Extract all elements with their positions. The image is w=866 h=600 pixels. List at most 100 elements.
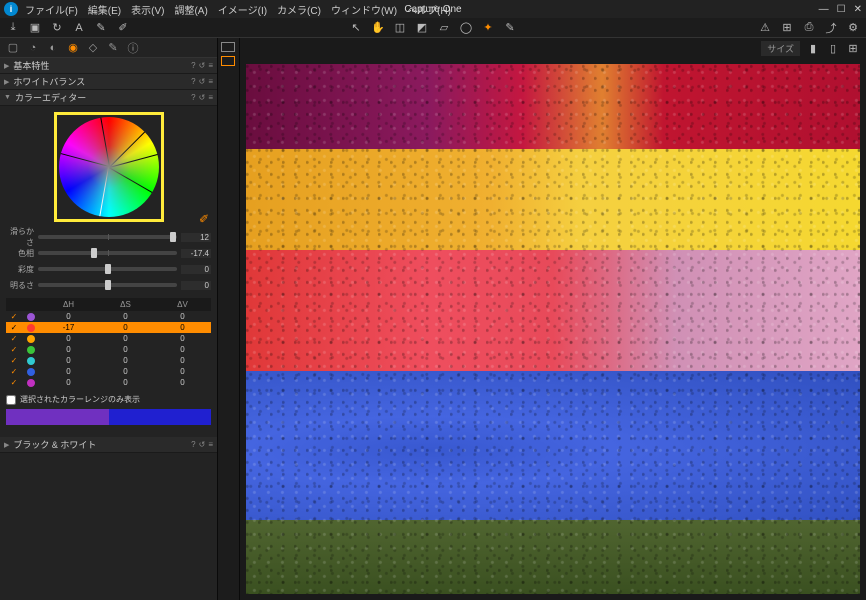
slider-value: 0: [181, 281, 211, 290]
color-swatch: [22, 346, 40, 354]
view-mode-multi-icon[interactable]: [221, 56, 235, 66]
viewer: サイズ ▮ ▯ ⊞: [240, 38, 866, 600]
slider-track[interactable]: [38, 235, 177, 239]
slider-value: 12: [181, 233, 211, 242]
row-checkbox[interactable]: ✓: [6, 312, 22, 321]
panel-whitebalance[interactable]: ▶ ホワイトバランス ?↺≡: [0, 74, 217, 90]
show-selected-label: 選択されたカラーレンジのみ表示: [20, 394, 140, 405]
menu-image[interactable]: イメージ(I): [215, 2, 270, 17]
menu-view[interactable]: 表示(V): [128, 2, 167, 17]
tool-tab-row: ▢ ◔ ◐ ◉ ◇ ✎ ⓘ: [0, 38, 217, 58]
slider-track[interactable]: [38, 251, 177, 255]
maximize-icon[interactable]: ☐: [837, 4, 846, 15]
eyedropper-icon[interactable]: ✐: [116, 21, 130, 35]
menu-adjust[interactable]: 調整(A): [171, 2, 210, 17]
panel-wb-label: ホワイトバランス: [13, 75, 191, 88]
straighten-tool-icon[interactable]: ◩: [415, 21, 429, 35]
col-ds: ΔS: [97, 300, 154, 309]
panel-basic-controls: ?↺≡: [191, 61, 213, 70]
slider-row: 滑らかさ12: [6, 230, 211, 244]
menu-camera[interactable]: カメラ(C): [274, 2, 324, 17]
user-icon[interactable]: ▮: [806, 41, 820, 55]
export-icon[interactable]: ⤴: [824, 21, 838, 35]
chevron-down-icon: ▼: [4, 94, 11, 101]
size-dropdown[interactable]: サイズ: [761, 41, 800, 56]
tab-lens-icon[interactable]: ◔: [26, 41, 40, 55]
grid-view-icon[interactable]: ⊞: [846, 41, 860, 55]
slider-row: 色相-17.4: [6, 246, 211, 260]
panel-bw-label: ブラック & ホワイト: [13, 438, 191, 451]
color-table-row[interactable]: ✓000: [6, 377, 211, 388]
tab-metadata-icon[interactable]: ⓘ: [126, 41, 140, 55]
minimize-icon[interactable]: —: [819, 4, 829, 15]
picker-tool-icon[interactable]: ✎: [503, 21, 517, 35]
tab-color-icon[interactable]: ◉: [66, 41, 80, 55]
layout-icon[interactable]: ▯: [826, 41, 840, 55]
panel-bw[interactable]: ▶ ブラック & ホワイト ?↺≡: [0, 437, 217, 453]
mask-tool-icon[interactable]: ✦: [481, 21, 495, 35]
color-swatch: [22, 368, 40, 376]
tab-details-icon[interactable]: ◇: [86, 41, 100, 55]
slider-row: 明るさ0: [6, 278, 211, 292]
main-toolbar: ⤓ ▣ ↻ A ✎ ✐ ↖ ✋ ◫ ◩ ▱ ◯ ✦ ✎ ⚠ ⊞ ⎙ ⤴ ⚙: [0, 18, 866, 38]
slider-label: 滑らかさ: [6, 226, 38, 248]
settings-icon[interactable]: ⚙: [846, 21, 860, 35]
panel-color-editor-label: カラーエディター: [15, 91, 191, 104]
color-wheel[interactable]: [59, 117, 159, 217]
slider-label: 色相: [6, 248, 38, 259]
slider-track[interactable]: [38, 267, 177, 271]
keystone-tool-icon[interactable]: ▱: [437, 21, 451, 35]
brush-icon[interactable]: ✎: [94, 21, 108, 35]
import-icon[interactable]: ⤓: [6, 21, 20, 35]
menu-file[interactable]: ファイル(F): [22, 2, 81, 17]
color-table-row[interactable]: ✓000: [6, 355, 211, 366]
tab-exposure-icon[interactable]: ◐: [46, 41, 60, 55]
menu-window[interactable]: ウィンドウ(W): [328, 2, 400, 17]
color-table-row[interactable]: ✓000: [6, 344, 211, 355]
spot-tool-icon[interactable]: ◯: [459, 21, 473, 35]
crop-icon[interactable]: ▣: [28, 21, 42, 35]
viewer-toolbar: サイズ ▮ ▯ ⊞: [240, 38, 866, 58]
slider-value: 0: [181, 265, 211, 274]
tool-sidebar: ▢ ◔ ◐ ◉ ◇ ✎ ⓘ ▶ 基本特性 ?↺≡ ▶ ホワイトバランス ?↺≡ …: [0, 38, 218, 600]
color-table-row[interactable]: ✓-1700: [6, 322, 211, 333]
tab-local-icon[interactable]: ✎: [106, 41, 120, 55]
color-swatch: [22, 324, 40, 332]
warning-icon[interactable]: ⚠: [758, 21, 772, 35]
row-checkbox[interactable]: ✓: [6, 378, 22, 387]
color-swatch: [22, 335, 40, 343]
cursor-tool-icon[interactable]: ↖: [349, 21, 363, 35]
grid-icon[interactable]: ⊞: [780, 21, 794, 35]
slider-label: 彩度: [6, 264, 38, 275]
color-table-row[interactable]: ✓000: [6, 366, 211, 377]
color-editor-body: ✐ 滑らかさ12色相-17.4彩度0明るさ0 ΔH ΔS ΔV ✓000✓-17…: [0, 106, 217, 431]
row-checkbox[interactable]: ✓: [6, 367, 22, 376]
tab-library-icon[interactable]: ▢: [6, 41, 20, 55]
menu-bar: ファイル(F) 編集(E) 表示(V) 調整(A) イメージ(I) カメラ(C)…: [22, 2, 454, 17]
show-selected-checkbox[interactable]: [6, 395, 16, 405]
close-icon[interactable]: ✕: [854, 4, 862, 15]
text-icon[interactable]: A: [72, 21, 86, 35]
color-table-row[interactable]: ✓000: [6, 333, 211, 344]
row-checkbox[interactable]: ✓: [6, 356, 22, 365]
image-preview[interactable]: [246, 64, 860, 594]
col-dh: ΔH: [40, 300, 97, 309]
panel-basic[interactable]: ▶ 基本特性 ?↺≡: [0, 58, 217, 74]
row-checkbox[interactable]: ✓: [6, 345, 22, 354]
gradient-preview: [6, 409, 211, 425]
panel-color-editor[interactable]: ▼ カラーエディター ?↺≡: [0, 90, 217, 106]
browser-strip: [218, 38, 240, 600]
print-icon[interactable]: ⎙: [802, 21, 816, 35]
hand-tool-icon[interactable]: ✋: [371, 21, 385, 35]
view-mode-single-icon[interactable]: [221, 42, 235, 52]
row-checkbox[interactable]: ✓: [6, 323, 22, 332]
menu-edit[interactable]: 編集(E): [85, 2, 124, 17]
rotate-icon[interactable]: ↻: [50, 21, 64, 35]
color-swatch: [22, 313, 40, 321]
color-table-row[interactable]: ✓000: [6, 311, 211, 322]
eyedropper-icon[interactable]: ✐: [199, 212, 209, 226]
row-checkbox[interactable]: ✓: [6, 334, 22, 343]
crop-tool-icon[interactable]: ◫: [393, 21, 407, 35]
app-title: Capture One: [404, 4, 461, 15]
slider-track[interactable]: [38, 283, 177, 287]
